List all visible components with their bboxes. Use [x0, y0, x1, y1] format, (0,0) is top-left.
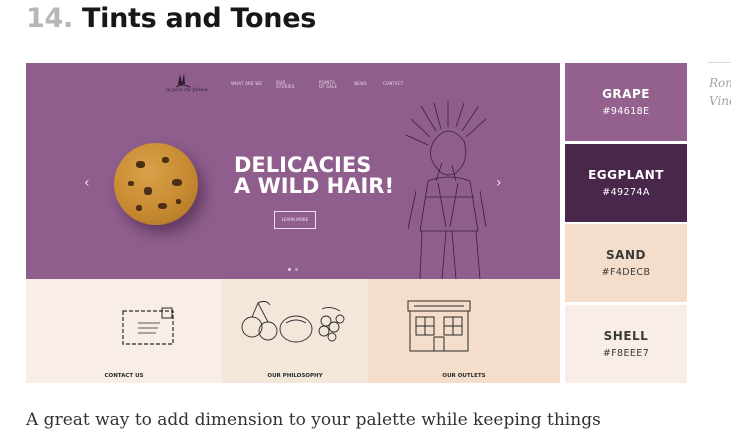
sidebar-text-1: Ron — [709, 76, 731, 90]
swatch-name: EGGPLANT — [588, 168, 664, 182]
hero-headline: DELICACIES A WILD HAIR! — [234, 155, 394, 197]
body-paragraph: A great way to add dimension to your pal… — [26, 410, 601, 430]
sidebar-text-2: Vinc — [709, 94, 731, 108]
mockup-feature-cards: CONTACT US OUR PHILOSOPHY OUR OUTLETS — [26, 279, 560, 383]
sidebar-divider — [708, 62, 731, 63]
learn-more-button[interactable]: LEARN MORE — [274, 211, 316, 229]
porcupine-illustration — [405, 101, 487, 279]
mockup-nav-item[interactable]: OUR STORIES — [276, 81, 300, 89]
cookie-image — [114, 143, 198, 225]
mockup-nav-item[interactable]: WHAT ARE WE — [231, 81, 262, 86]
outlets-card-label: OUR OUTLETS — [442, 373, 486, 379]
swatch-name: GRAPE — [602, 87, 650, 101]
hero-headline-line-2: A WILD HAIR! — [234, 174, 395, 198]
swatch-eggplant: EGGPLANT #49274A — [565, 144, 687, 222]
mockup-nav-item[interactable]: NEWS — [354, 81, 367, 86]
swatch-sand: SAND #F4DECB — [565, 224, 687, 302]
carousel-prev-arrow[interactable]: ‹ — [84, 175, 90, 191]
swatch-hex: #49274A — [602, 187, 650, 198]
swatch-grape: GRAPE #94618E — [565, 63, 687, 141]
swatch-hex: #F4DECB — [601, 267, 651, 278]
swatch-shell: SHELL #F8EEE7 — [565, 305, 687, 383]
philosophy-card[interactable]: OUR PHILOSOPHY — [222, 279, 368, 383]
porcupine-logo-icon — [175, 73, 191, 88]
section-title: Tints and Tones — [82, 3, 316, 34]
hero-headline-line-1: DELICACIES — [234, 153, 372, 177]
contact-card-label: CONTACT US — [104, 373, 144, 379]
mockup-nav-item[interactable]: CONTACT — [383, 81, 403, 86]
contact-card[interactable]: CONTACT US — [26, 279, 222, 383]
swatch-hex: #94618E — [602, 106, 650, 117]
section-heading: 14. Tints and Tones — [26, 3, 316, 34]
swatch-name: SHELL — [603, 329, 649, 343]
philosophy-card-label: OUR PHILOSOPHY — [267, 373, 323, 379]
outlets-card[interactable]: OUR OUTLETS — [368, 279, 560, 383]
website-mockup-image: la paix du fleuve WHAT ARE WE OUR STORIE… — [26, 63, 560, 383]
section-number: 14. — [26, 3, 73, 34]
mockup-hero: la paix du fleuve WHAT ARE WE OUR STORIE… — [26, 63, 560, 279]
mockup-nav-item[interactable]: POINTS OF SALE — [319, 81, 341, 89]
swatch-hex: #F8EEE7 — [602, 348, 650, 359]
swatch-name: SAND — [606, 248, 646, 262]
envelope-icon — [122, 307, 174, 345]
fruits-illustration-icon — [241, 300, 345, 343]
carousel-dot[interactable] — [295, 268, 298, 271]
storefront-icon — [407, 300, 471, 352]
carousel-dot[interactable] — [288, 268, 291, 271]
mockup-logo-text: la paix du fleuve — [166, 87, 208, 93]
